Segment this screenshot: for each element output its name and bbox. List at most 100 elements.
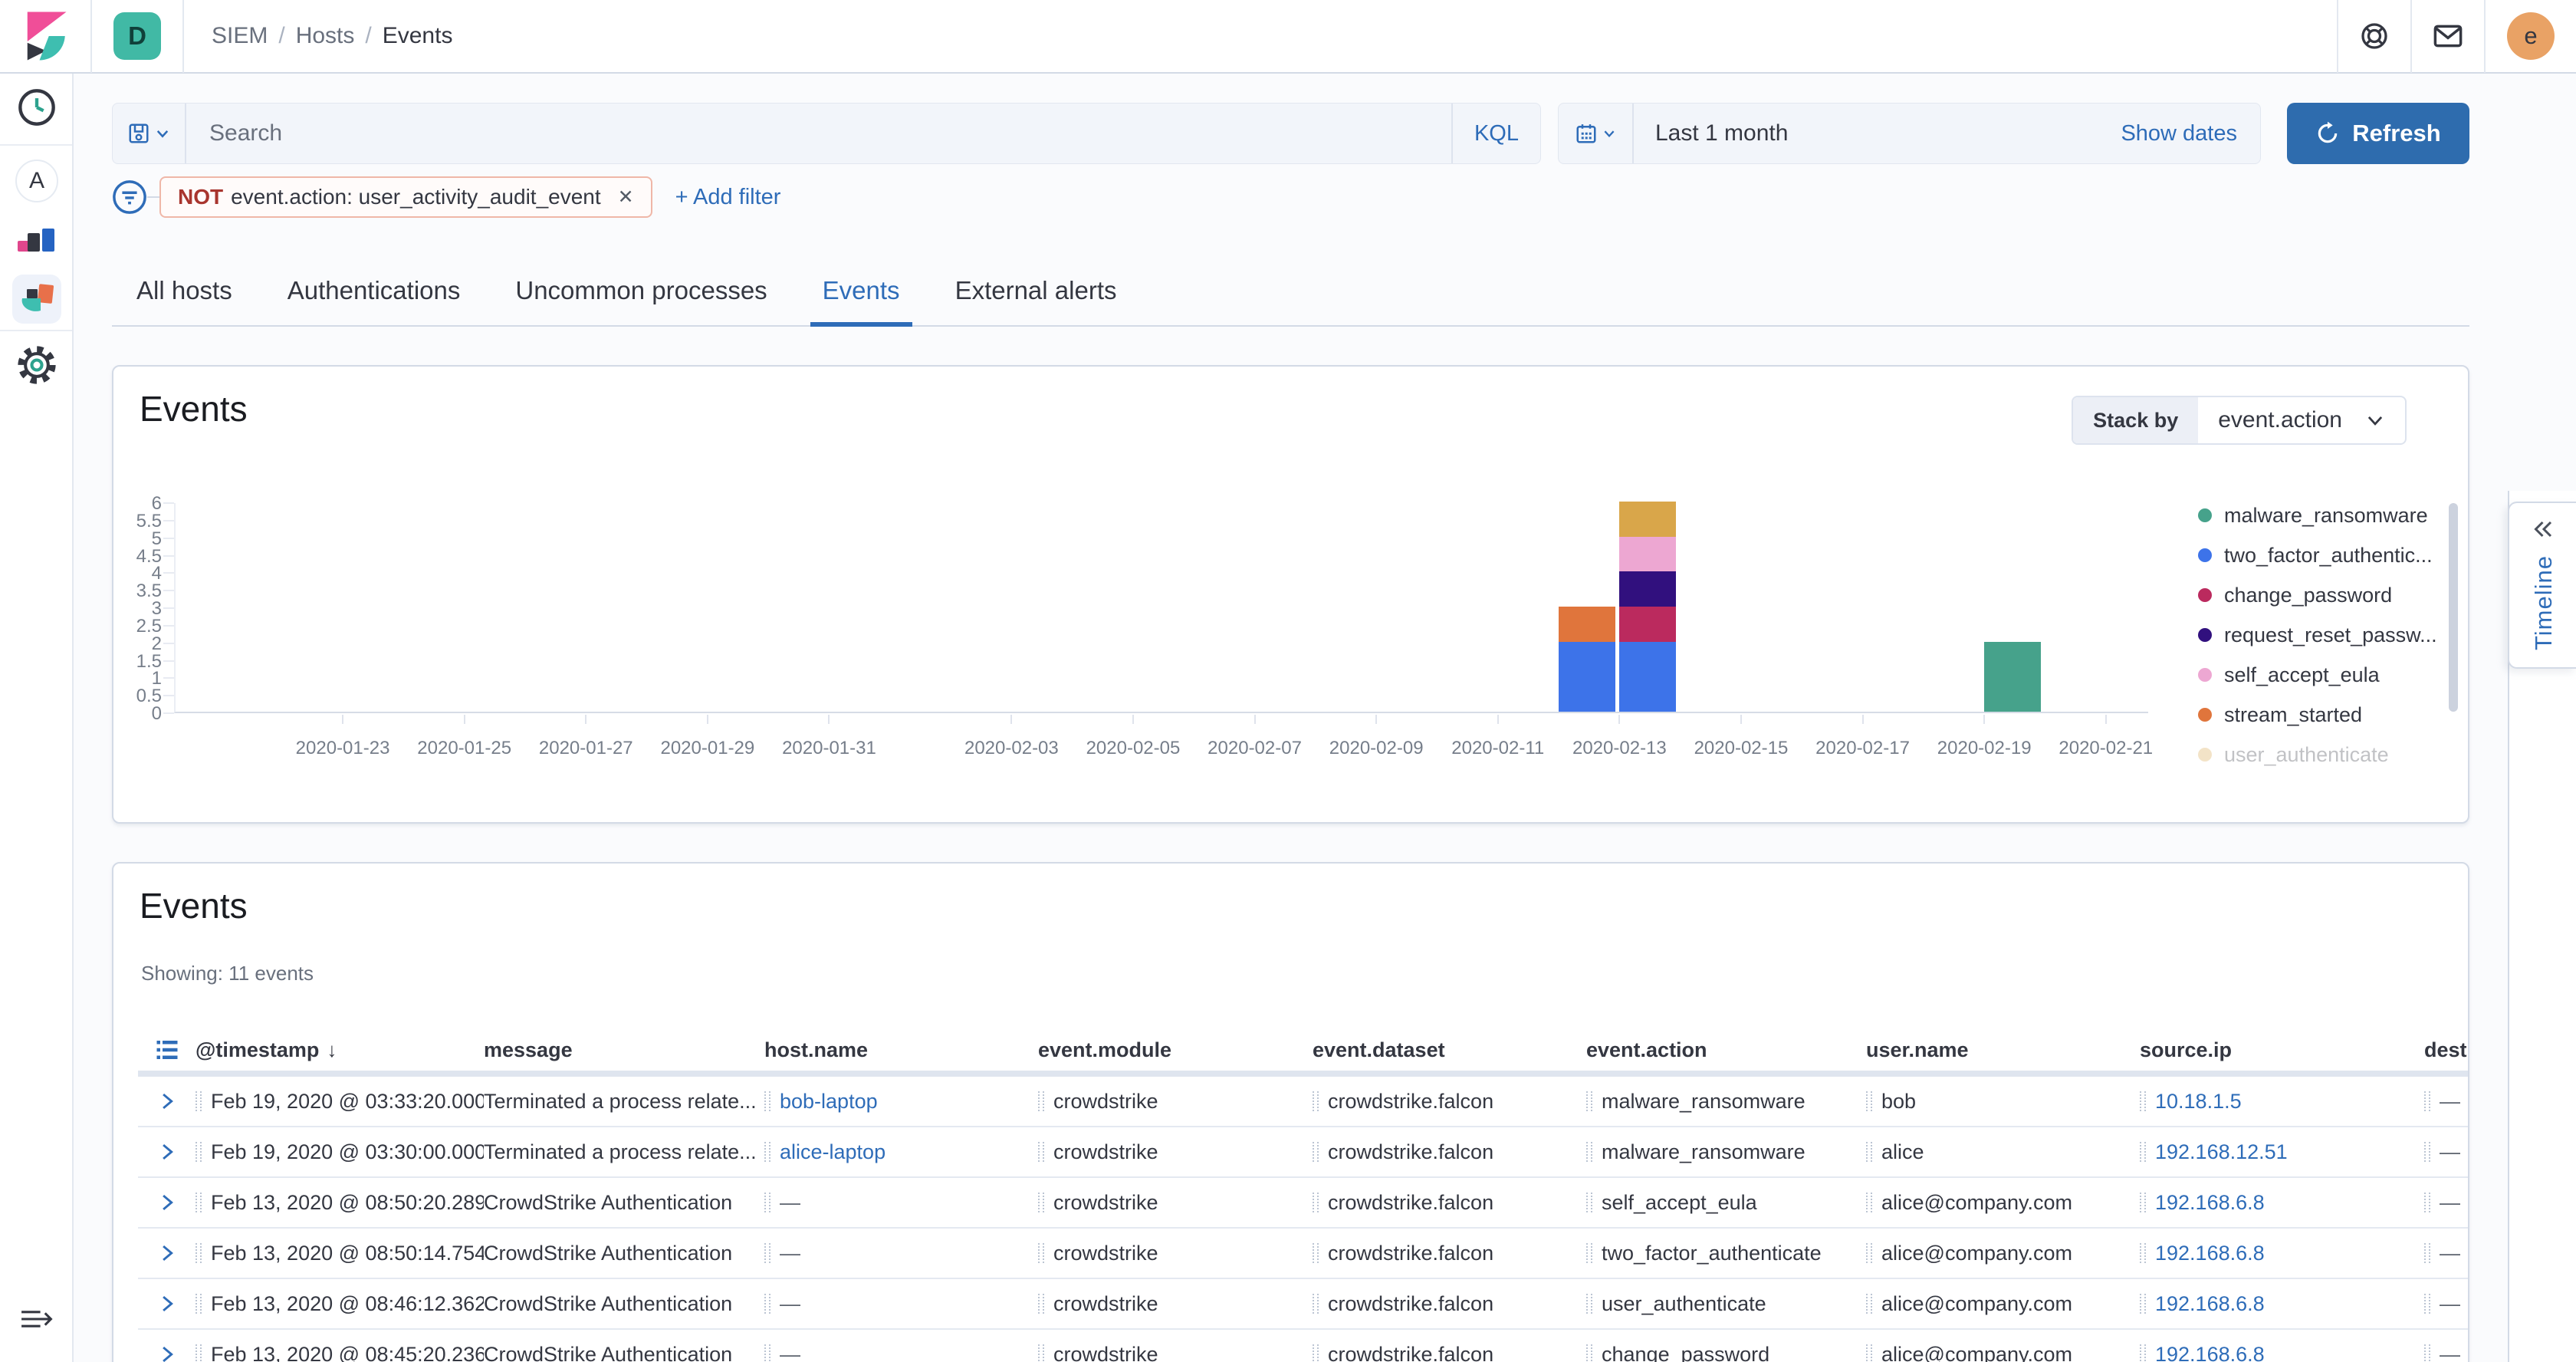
cell-event-dataset[interactable]: crowdstrike.falcon <box>1313 1242 1586 1265</box>
drag-handle[interactable] <box>764 1091 770 1111</box>
cell-user-name[interactable]: alice@company.com <box>1866 1191 2140 1215</box>
cell-event-action[interactable]: self_accept_eula <box>1586 1191 1866 1215</box>
cell-event-action[interactable]: user_authenticate <box>1586 1292 1866 1316</box>
cell-event-module[interactable]: crowdstrike <box>1038 1343 1313 1362</box>
drag-handle[interactable] <box>1866 1344 1872 1362</box>
cell-host-name[interactable]: — <box>764 1242 1038 1265</box>
column-header-event-module[interactable]: event.module <box>1038 1038 1313 1062</box>
kibana-logo-icon[interactable] <box>26 12 69 61</box>
nav-management-button[interactable] <box>12 340 61 390</box>
bar-segment-malware-ransomware[interactable] <box>1984 642 2041 712</box>
cell-event-action[interactable]: change_password <box>1586 1343 1866 1362</box>
drag-handle[interactable] <box>196 1193 202 1212</box>
drag-handle[interactable] <box>2424 1243 2430 1263</box>
drag-handle[interactable] <box>1038 1193 1044 1212</box>
cell-timestamp[interactable]: Feb 19, 2020 @ 03:30:00.000 <box>196 1140 484 1164</box>
breadcrumb-item-siem[interactable]: SIEM <box>212 23 268 49</box>
cell-event-action[interactable]: malware_ransomware <box>1586 1140 1866 1164</box>
breadcrumb-item-hosts[interactable]: Hosts <box>296 23 355 49</box>
cell-value[interactable]: 192.168.6.8 <box>2155 1343 2265 1362</box>
drag-handle[interactable] <box>1586 1294 1592 1314</box>
drag-handle[interactable] <box>2140 1091 2146 1111</box>
column-header-user-name[interactable]: user.name <box>1866 1038 2140 1062</box>
cell-timestamp[interactable]: Feb 13, 2020 @ 08:50:14.754 <box>196 1242 484 1265</box>
cell-source-ip[interactable]: 192.168.6.8 <box>2140 1191 2424 1215</box>
add-filter-button[interactable]: + Add filter <box>675 185 781 210</box>
cell-event-module[interactable]: crowdstrike <box>1038 1140 1313 1164</box>
cell-timestamp[interactable]: Feb 13, 2020 @ 08:45:20.236 <box>196 1343 484 1362</box>
cell-event-dataset[interactable]: crowdstrike.falcon <box>1313 1191 1586 1215</box>
drag-handle[interactable] <box>1586 1193 1592 1212</box>
drag-handle[interactable] <box>1866 1294 1872 1314</box>
drag-handle[interactable] <box>196 1344 202 1362</box>
bar-segment-change-password[interactable] <box>1619 607 1676 642</box>
cell-destination-ip[interactable]: — <box>2424 1292 2469 1316</box>
drag-handle[interactable] <box>1313 1193 1319 1212</box>
cell-destination-ip[interactable]: — <box>2424 1343 2469 1362</box>
drag-handle[interactable] <box>1586 1344 1592 1362</box>
drag-handle[interactable] <box>1866 1142 1872 1162</box>
drag-handle[interactable] <box>1313 1091 1319 1111</box>
drag-handle[interactable] <box>764 1193 770 1212</box>
cell-source-ip[interactable]: 192.168.6.8 <box>2140 1292 2424 1316</box>
cell-host-name[interactable]: — <box>764 1343 1038 1362</box>
column-header-event-action[interactable]: event.action <box>1586 1038 1866 1062</box>
newsfeed-button[interactable] <box>2412 0 2484 73</box>
close-icon[interactable]: ✕ <box>618 186 634 209</box>
tab-external-alerts[interactable]: External alerts <box>952 276 1120 325</box>
tab-all-hosts[interactable]: All hosts <box>133 276 235 325</box>
cell-value[interactable]: bob-laptop <box>780 1090 878 1114</box>
cell-timestamp[interactable]: Feb 13, 2020 @ 08:46:12.362 <box>196 1292 484 1316</box>
cell-destination-ip[interactable]: — <box>2424 1242 2469 1265</box>
drag-handle[interactable] <box>1866 1243 1872 1263</box>
column-settings-button[interactable] <box>138 1038 196 1061</box>
cell-user-name[interactable]: alice@company.com <box>1866 1343 2140 1362</box>
legend-scrollbar[interactable] <box>2449 503 2458 712</box>
legend-item-request-reset-password[interactable]: request_reset_passw... <box>2198 615 2443 655</box>
drag-handle[interactable] <box>1586 1142 1592 1162</box>
help-button[interactable] <box>2338 0 2410 73</box>
drag-handle[interactable] <box>1586 1243 1592 1263</box>
column-header-source-ip[interactable]: source.ip <box>2140 1038 2424 1062</box>
drag-handle[interactable] <box>1038 1091 1044 1111</box>
expand-row-button[interactable] <box>138 1294 196 1314</box>
legend-item-malware-ransomware[interactable]: malware_ransomware <box>2198 495 2443 535</box>
cell-source-ip[interactable]: 192.168.6.8 <box>2140 1242 2424 1265</box>
cell-event-module[interactable]: crowdstrike <box>1038 1242 1313 1265</box>
bar-segment-user-authenticate[interactable] <box>1619 502 1676 537</box>
cell-event-dataset[interactable]: crowdstrike.falcon <box>1313 1343 1586 1362</box>
legend-item-change-password[interactable]: change_password <box>2198 575 2443 615</box>
tab-uncommon-processes[interactable]: Uncommon processes <box>512 276 770 325</box>
cell-host-name[interactable]: bob-laptop <box>764 1090 1038 1114</box>
drag-handle[interactable] <box>764 1243 770 1263</box>
cell-host-name[interactable]: — <box>764 1191 1038 1215</box>
drag-handle[interactable] <box>1038 1294 1044 1314</box>
drag-handle[interactable] <box>1586 1091 1592 1111</box>
drag-handle[interactable] <box>764 1344 770 1362</box>
drag-handle[interactable] <box>1313 1344 1319 1362</box>
drag-handle[interactable] <box>196 1243 202 1263</box>
drag-handle[interactable] <box>1866 1091 1872 1111</box>
legend-item-stream-started[interactable]: stream_started <box>2198 695 2443 735</box>
drag-handle[interactable] <box>1313 1243 1319 1263</box>
nav-app-a-button[interactable]: A <box>12 156 61 206</box>
bar-segment-two-factor-authenticate[interactable] <box>1559 642 1615 712</box>
cell-timestamp[interactable]: Feb 19, 2020 @ 03:33:20.000 <box>196 1090 484 1114</box>
cell-event-dataset[interactable]: crowdstrike.falcon <box>1313 1140 1586 1164</box>
bar-segment-self-accept-eula[interactable] <box>1619 537 1676 572</box>
cell-user-name[interactable]: alice <box>1866 1140 2140 1164</box>
legend-item-user-authenticate[interactable]: user_authenticate <box>2198 735 2443 768</box>
drag-handle[interactable] <box>1313 1142 1319 1162</box>
cell-timestamp[interactable]: Feb 13, 2020 @ 08:50:20.289 <box>196 1191 484 1215</box>
cell-value[interactable]: 10.18.1.5 <box>2155 1090 2242 1114</box>
user-avatar[interactable]: e <box>2507 12 2555 60</box>
cell-value[interactable]: 192.168.6.8 <box>2155 1292 2265 1316</box>
cell-destination-ip[interactable]: — <box>2424 1140 2469 1164</box>
legend-item-two-factor-authenticate[interactable]: two_factor_authentic... <box>2198 535 2443 575</box>
show-dates-button[interactable]: Show dates <box>2121 121 2260 146</box>
drag-handle[interactable] <box>1038 1243 1044 1263</box>
saved-query-menu-button[interactable] <box>113 103 185 164</box>
drag-handle[interactable] <box>764 1142 770 1162</box>
column-header-host-name[interactable]: host.name <box>764 1038 1038 1062</box>
timeline-toggle-button[interactable]: Timeline <box>2508 502 2576 669</box>
